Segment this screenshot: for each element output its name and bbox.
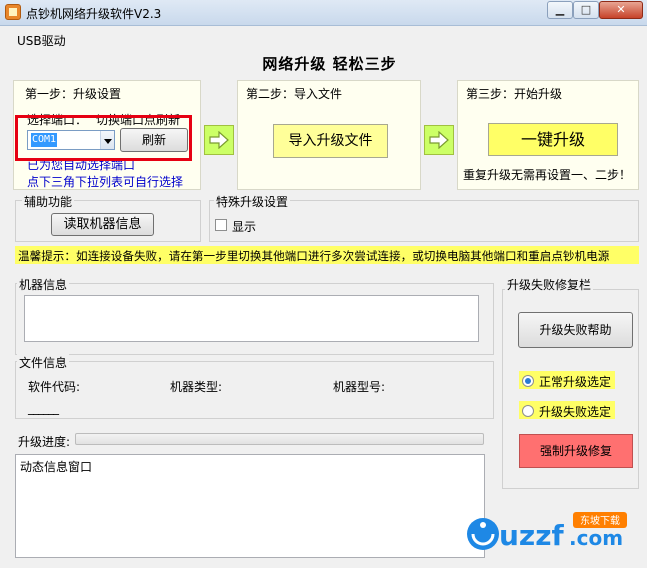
upgrade-fail-help-button[interactable]: 升级失败帮助	[518, 312, 633, 348]
title-bar: 点钞机网络升级软件V2.3 ▁ □ ✕	[0, 0, 647, 26]
machine-info-title: 机器信息	[17, 276, 70, 293]
next-step-arrow-icon	[424, 125, 454, 155]
window-title: 点钞机网络升级软件V2.3	[26, 7, 162, 21]
fail-upgrade-label: 升级失败选定	[539, 405, 612, 419]
normal-upgrade-label: 正常升级选定	[539, 375, 612, 389]
app-window: 点钞机网络升级软件V2.3 ▁ □ ✕ USB驱动 网络升级 轻松三步 第一步：…	[0, 0, 647, 568]
software-code-value: ______	[28, 401, 59, 415]
svg-text:.com: .com	[569, 526, 623, 550]
page-headline: 网络升级 轻松三步	[262, 55, 397, 73]
app-icon	[5, 4, 21, 20]
repair-group-title: 升级失败修复栏	[505, 276, 594, 293]
file-info-title: 文件信息	[17, 354, 70, 371]
maximize-button[interactable]: □	[573, 1, 599, 19]
force-upgrade-repair-button[interactable]: 强制升级修复	[519, 434, 633, 468]
step1-title: 第一步：升级设置	[25, 87, 122, 101]
close-icon: ✕	[616, 3, 626, 16]
machine-type-label: 机器类型:	[170, 380, 223, 394]
file-info-group	[15, 361, 494, 419]
machine-info-box[interactable]	[24, 295, 479, 342]
upgrade-progress-bar	[75, 433, 484, 445]
import-file-button[interactable]: 导入升级文件	[273, 124, 388, 158]
uzzf-watermark-logo: uzzf .com 东坡下载	[467, 512, 627, 552]
minimize-icon: ▁	[555, 3, 565, 16]
machine-model-label: 机器型号:	[333, 380, 386, 394]
step2-title: 第二步：导入文件	[246, 87, 343, 101]
step3-panel: 第三步：开始升级 一键升级 重复升级无需再设置一、二步！	[457, 80, 639, 190]
dropdown-note: 点下三角下拉列表可自行选择	[27, 175, 184, 189]
maximize-icon: □	[580, 3, 592, 16]
fail-upgrade-radio[interactable]	[522, 405, 534, 417]
special-group-title: 特殊升级设置	[214, 193, 291, 210]
one-click-upgrade-button[interactable]: 一键升级	[488, 123, 618, 156]
read-machine-info-button[interactable]: 读取机器信息	[51, 213, 154, 236]
software-code-label: 软件代码:	[28, 380, 81, 394]
arrow-right-icon	[429, 131, 449, 149]
svg-text:东坡下载: 东坡下载	[580, 514, 620, 527]
close-button[interactable]: ✕	[599, 1, 643, 19]
annotation-highlight	[15, 115, 192, 161]
next-step-arrow-icon	[204, 125, 234, 155]
dynamic-info-text: 动态信息窗口	[20, 460, 93, 474]
show-checkbox-label: 显示	[232, 220, 257, 234]
progress-label: 升级进度:	[18, 435, 71, 449]
arrow-right-icon	[209, 131, 229, 149]
tip-text: 温馨提示：如连接设备失败，请在第一步里切换其他端口进行多次尝试连接，或切换电脑其…	[18, 249, 610, 263]
show-checkbox[interactable]	[215, 219, 227, 231]
step3-note: 重复升级无需再设置一、二步！	[463, 168, 632, 182]
normal-upgrade-radio[interactable]	[522, 375, 534, 387]
aux-group-title: 辅助功能	[22, 193, 75, 210]
svg-text:uzzf: uzzf	[499, 519, 565, 552]
menu-bar: USB驱动	[0, 26, 647, 48]
step2-panel: 第二步：导入文件 导入升级文件	[237, 80, 421, 190]
menu-item-usb-driver[interactable]: USB驱动	[17, 32, 66, 49]
minimize-button[interactable]: ▁	[547, 1, 573, 19]
dynamic-info-window[interactable]: 动态信息窗口	[15, 454, 485, 558]
step3-title: 第三步：开始升级	[466, 87, 563, 101]
